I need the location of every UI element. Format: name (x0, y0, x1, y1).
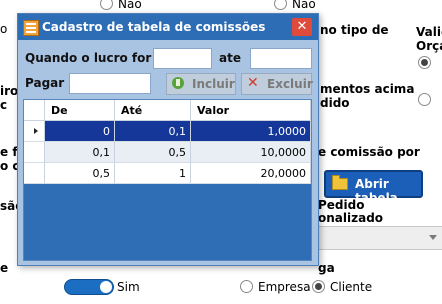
cell-valor[interactable]: 10,0000 (191, 142, 311, 163)
folder-icon (332, 175, 348, 190)
cell-de[interactable]: 0,5 (45, 163, 115, 184)
bg-label-validade: Valid (416, 25, 442, 39)
radio-empresa-label: Empresa (258, 280, 311, 294)
cell-valor[interactable]: 1,0000 (191, 121, 311, 142)
commission-table-dialog: Cadastro de tabela de comissões ✕ Quando… (17, 13, 319, 266)
bg-label-mentos-acima: mentos acima (320, 82, 415, 96)
bg-label-comissao-por: e comissão por (318, 145, 420, 159)
sim-toggle-label: Sim (117, 280, 140, 294)
label-lucro: Quando o lucro for de (25, 51, 173, 65)
row-indicator (24, 121, 45, 142)
bg-radio-right-2[interactable] (418, 93, 431, 106)
dialog-title: Cadastro de tabela de comissões (42, 20, 266, 34)
dialog-title-bar[interactable]: Cadastro de tabela de comissões ✕ (18, 14, 318, 40)
excluir-label: Excluir (267, 77, 313, 91)
incluir-label: Incluir (192, 77, 235, 91)
commission-grid[interactable]: De Até Valor 0 0,1 1,0000 0,1 0,5 10,000… (23, 99, 312, 261)
cell-ate[interactable]: 1 (115, 163, 191, 184)
pagar-input[interactable] (69, 73, 151, 94)
radio-nao-left-label: Não (118, 0, 142, 11)
row-indicator (24, 142, 45, 163)
table-app-icon (23, 20, 39, 36)
bg-label-pedido: Pedido (318, 198, 365, 212)
bg-top-left-label: o (0, 22, 8, 36)
cell-ate[interactable]: 0,1 (115, 121, 191, 142)
bg-label-ga: ga (318, 261, 335, 275)
chevron-down-icon (429, 235, 437, 240)
grid-header-valor[interactable]: Valor (191, 100, 311, 121)
grid-header-indicator (24, 100, 45, 121)
excluir-button[interactable]: ✕ Excluir (241, 73, 313, 95)
open-table-button-label: Abrir tabela (355, 177, 398, 205)
table-row[interactable]: 0,1 0,5 10,0000 (24, 142, 311, 163)
bg-select[interactable] (318, 226, 442, 250)
lucro-to-input[interactable] (250, 48, 312, 69)
bg-label-no-tipo: no tipo de (320, 23, 389, 37)
open-table-button[interactable]: Abrir tabela (324, 170, 423, 205)
bg-label-onalizado: onalizado (318, 211, 384, 225)
radio-cliente[interactable] (312, 280, 325, 293)
grid-header-ate[interactable]: Até (115, 100, 191, 121)
bg-left-c: c (0, 98, 8, 112)
radio-empresa[interactable] (240, 280, 253, 293)
delete-icon: ✕ (247, 75, 259, 91)
row-indicator (24, 163, 45, 184)
table-row[interactable]: 0 0,1 1,0000 (24, 121, 311, 142)
sim-toggle[interactable] (64, 279, 114, 295)
radio-nao-right[interactable] (274, 0, 287, 10)
cell-ate[interactable]: 0,5 (115, 142, 191, 163)
grid-header-row: De Até Valor (24, 100, 311, 121)
bg-left-iro: iro (0, 84, 19, 98)
radio-cliente-label: Cliente (330, 280, 373, 294)
grid-header-de[interactable]: De (45, 100, 115, 121)
radio-nao-left[interactable] (100, 0, 113, 10)
add-icon (172, 77, 184, 89)
row-pointer-icon (34, 128, 38, 134)
label-pagar: Pagar (25, 76, 65, 90)
cell-de[interactable]: 0 (45, 121, 115, 142)
toggle-knob (100, 281, 112, 293)
close-button[interactable]: ✕ (292, 18, 312, 36)
bg-left-e: e (0, 261, 9, 275)
bg-label-orcamento: Orça (416, 39, 442, 53)
table-row[interactable]: 0,5 1 20,0000 (24, 163, 311, 184)
radio-nao-right-label: Não (292, 0, 316, 11)
bg-radio-right[interactable] (418, 56, 431, 69)
incluir-button[interactable]: Incluir (166, 73, 236, 95)
cell-valor[interactable]: 20,0000 (191, 163, 311, 184)
lucro-from-input[interactable] (153, 48, 212, 69)
label-ate: ate (219, 51, 241, 65)
cell-de[interactable]: 0,1 (45, 142, 115, 163)
bg-label-dido: dido (320, 96, 350, 110)
